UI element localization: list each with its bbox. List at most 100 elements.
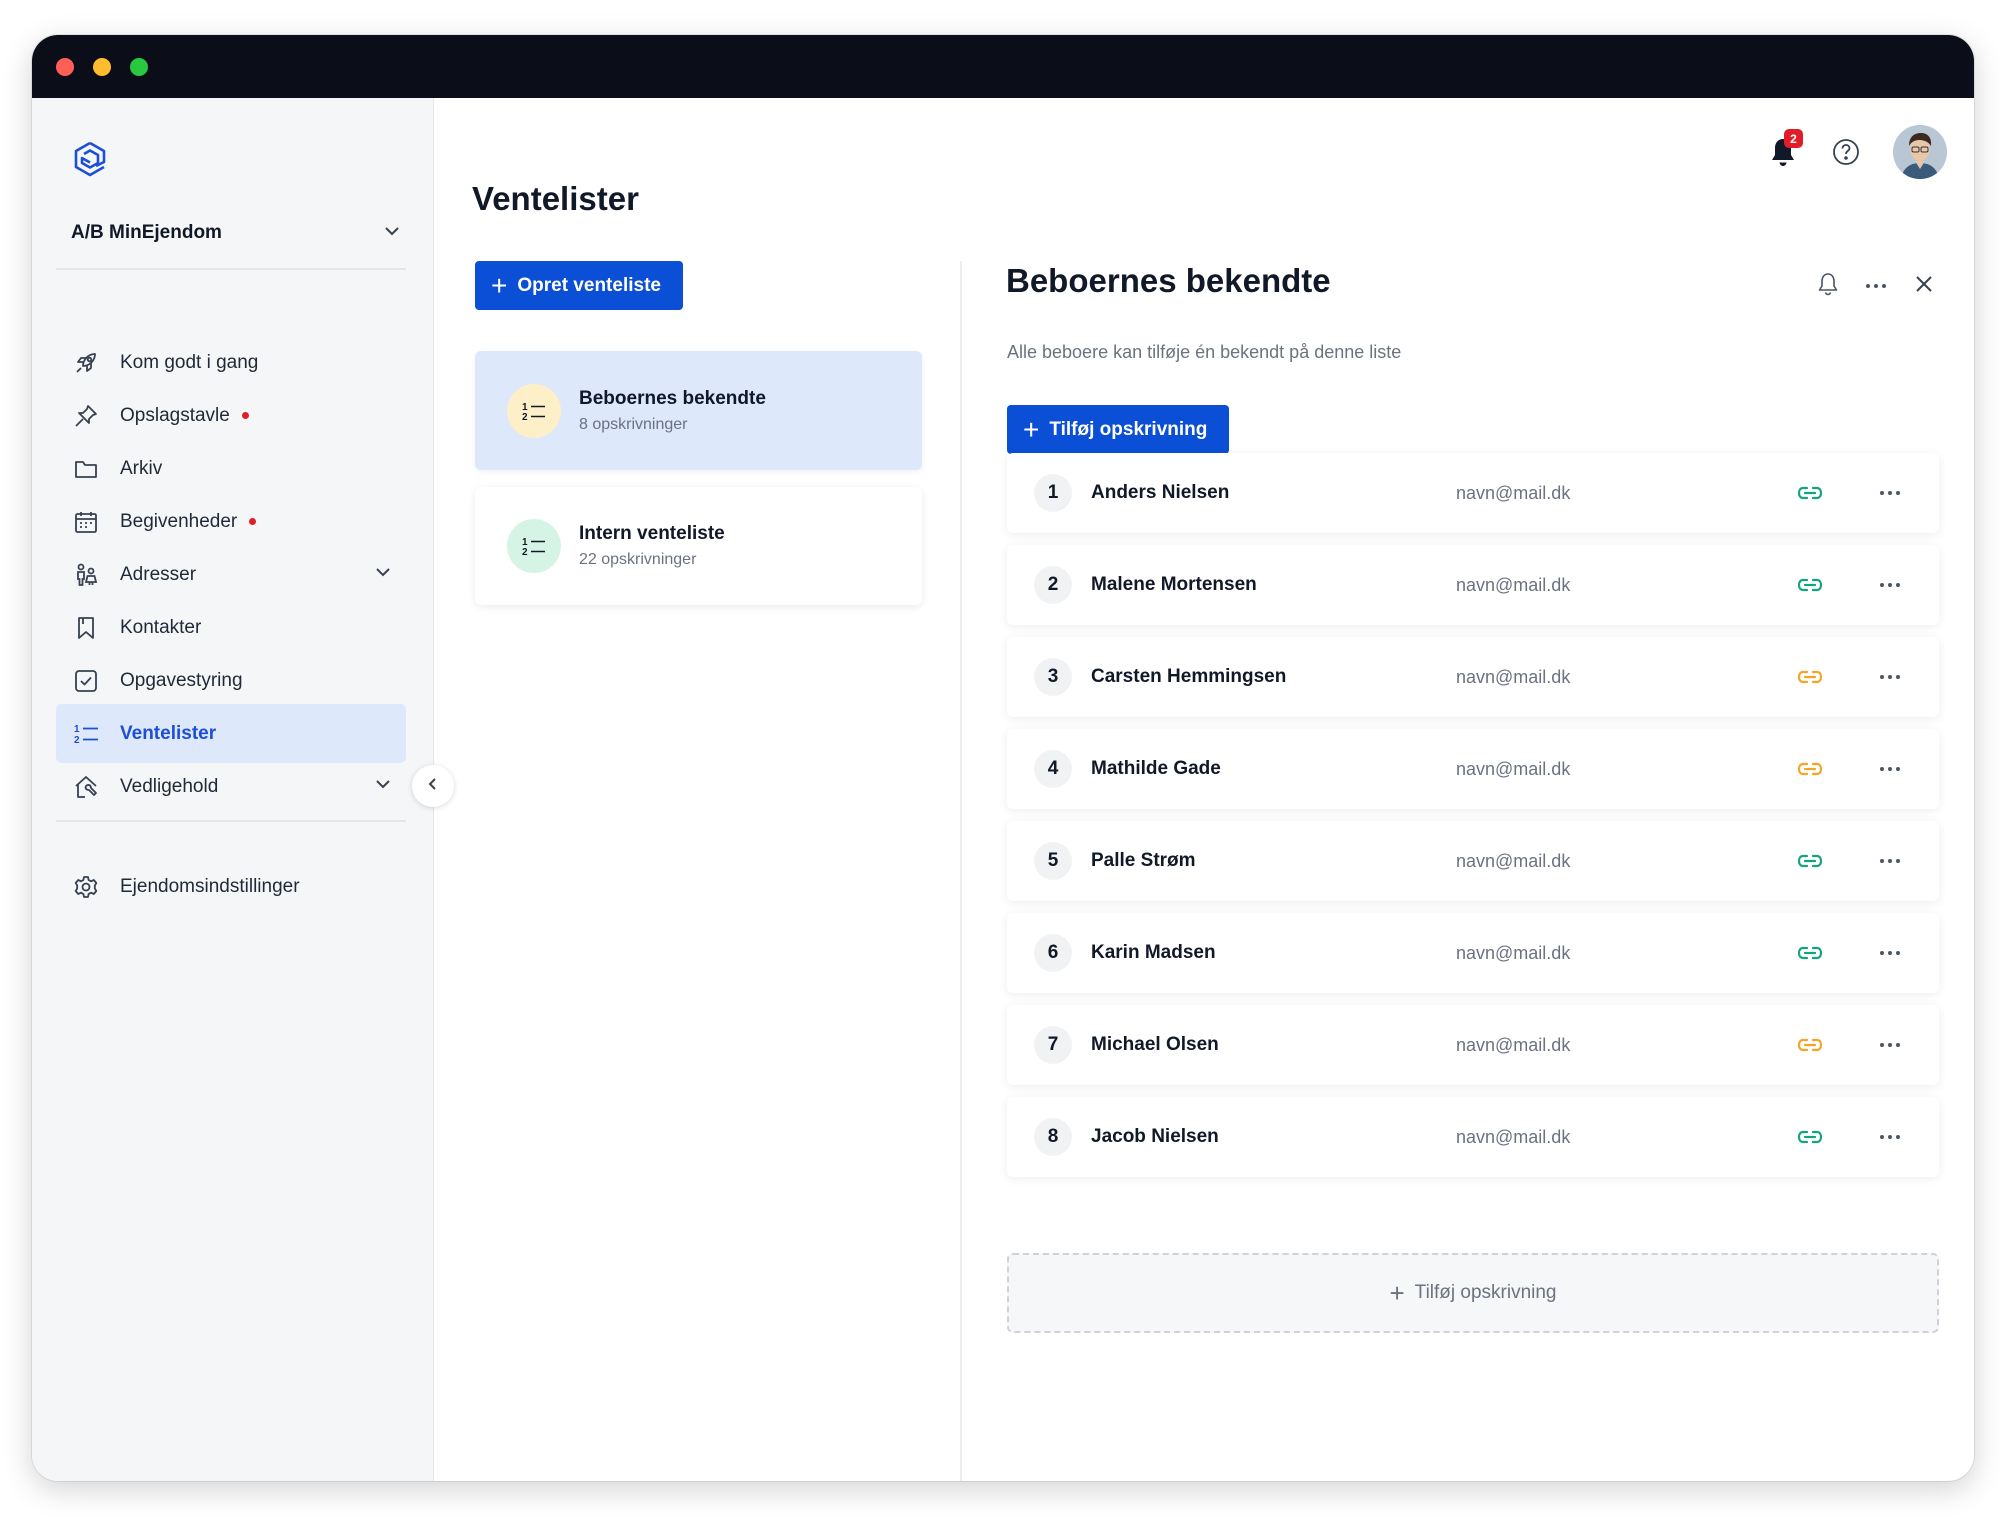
entry-more-button[interactable] — [1874, 1030, 1906, 1060]
help-button[interactable] — [1830, 136, 1864, 170]
entry-name: Karin Madsen — [1091, 942, 1216, 963]
minimize-window-button[interactable] — [93, 58, 111, 76]
add-entry-row[interactable]: + Tilføj opskrivning — [1007, 1253, 1939, 1333]
sidebar-item-begivenheder[interactable]: Begivenheder — [56, 492, 406, 551]
sidebar-item-label: Ejendomsindstillinger — [120, 875, 300, 897]
sidebar-item-arkiv[interactable]: Arkiv — [56, 439, 406, 498]
link-icon[interactable] — [1795, 478, 1825, 508]
entry-name: Palle Strøm — [1091, 850, 1196, 871]
bell-icon — [1767, 139, 1799, 173]
entry-row[interactable]: 3 Carsten Hemmingsen navn@mail.dk — [1007, 637, 1939, 717]
entry-name: Jacob Nielsen — [1091, 1126, 1219, 1147]
entry-more-button[interactable] — [1874, 1122, 1906, 1152]
sidebar-item-label: Begivenheder — [120, 510, 238, 532]
create-waitlist-button[interactable]: + Opret venteliste — [475, 261, 683, 310]
detail-description: Alle beboere kan tilføje én bekendt på d… — [1007, 342, 1402, 362]
user-avatar[interactable] — [1893, 125, 1947, 179]
close-window-button[interactable] — [56, 58, 74, 76]
app-logo-icon[interactable] — [70, 140, 110, 180]
link-icon[interactable] — [1795, 662, 1825, 692]
pin-icon — [72, 402, 100, 430]
more-horizontal-icon — [1880, 675, 1900, 679]
detail-title: Beboernes bekendte — [1006, 262, 1331, 299]
waitlist-count: 8 opskrivninger — [579, 415, 688, 433]
sidebar-item-opgavestyring[interactable]: Opgavestyring — [56, 651, 406, 710]
sidebar: A/B MinEjendom Kom godt i gang Opslagsta… — [32, 98, 434, 1481]
subscribe-button[interactable] — [1812, 270, 1844, 302]
close-icon — [1913, 273, 1935, 300]
maximize-window-button[interactable] — [130, 58, 148, 76]
link-icon[interactable] — [1795, 1030, 1825, 1060]
entry-row[interactable]: 7 Michael Olsen navn@mail.dk — [1007, 1005, 1939, 1085]
sidebar-item-ejendomsindstillinger[interactable]: Ejendomsindstillinger — [56, 857, 406, 916]
checkbox-icon — [72, 667, 100, 695]
entry-email: navn@mail.dk — [1456, 758, 1571, 779]
waitlist-title: Intern venteliste — [579, 523, 725, 544]
entry-position: 2 — [1034, 566, 1072, 604]
entry-position: 8 — [1034, 1118, 1072, 1156]
more-horizontal-icon — [1880, 583, 1900, 587]
link-icon[interactable] — [1795, 1122, 1825, 1152]
entry-more-button[interactable] — [1874, 754, 1906, 784]
entry-row[interactable]: 2 Malene Mortensen navn@mail.dk — [1007, 545, 1939, 625]
entry-email: navn@mail.dk — [1456, 482, 1571, 503]
collapse-sidebar-button[interactable] — [412, 765, 454, 807]
link-icon[interactable] — [1795, 570, 1825, 600]
sidebar-item-vedligehold[interactable]: Vedligehold — [56, 757, 406, 816]
more-horizontal-icon — [1880, 859, 1900, 863]
entry-row[interactable]: 4 Mathilde Gade navn@mail.dk — [1007, 729, 1939, 809]
sidebar-item-kom-godt-i-gang[interactable]: Kom godt i gang — [56, 333, 406, 392]
link-icon[interactable] — [1795, 846, 1825, 876]
add-entry-label: Tilføj opskrivning — [1049, 418, 1208, 440]
entry-position: 4 — [1034, 750, 1072, 788]
link-icon[interactable] — [1795, 938, 1825, 968]
notifications-button[interactable]: 2 — [1767, 129, 1803, 173]
sidebar-item-label: Ventelister — [120, 722, 217, 744]
chevron-down-icon — [383, 222, 401, 245]
create-waitlist-label: Opret venteliste — [517, 274, 661, 296]
waitlist-card-intern-venteliste[interactable]: 1 2 Intern venteliste 22 opskrivninger — [475, 487, 922, 605]
plus-icon: + — [491, 269, 508, 301]
more-horizontal-icon — [1880, 1135, 1900, 1139]
entry-row[interactable]: 8 Jacob Nielsen navn@mail.dk — [1007, 1097, 1939, 1177]
sidebar-item-kontakter[interactable]: Kontakter — [56, 598, 406, 657]
svg-text:1: 1 — [74, 724, 80, 735]
close-panel-button[interactable] — [1908, 270, 1940, 302]
entry-name: Carsten Hemmingsen — [1091, 666, 1287, 687]
entry-row[interactable]: 6 Karin Madsen navn@mail.dk — [1007, 913, 1939, 993]
gear-icon — [72, 873, 100, 901]
entry-more-button[interactable] — [1874, 846, 1906, 876]
svg-text:2: 2 — [522, 547, 528, 558]
detail-more-button[interactable] — [1860, 270, 1892, 302]
entry-position: 5 — [1034, 842, 1072, 880]
entry-more-button[interactable] — [1874, 570, 1906, 600]
link-icon[interactable] — [1795, 754, 1825, 784]
folder-icon — [72, 455, 100, 483]
notification-count-badge: 2 — [1784, 129, 1803, 148]
unread-indicator — [241, 412, 249, 419]
entry-more-button[interactable] — [1874, 478, 1906, 508]
organization-name: A/B MinEjendom — [71, 222, 222, 243]
sidebar-item-opslagstavle[interactable]: Opslagstavle — [56, 386, 406, 445]
more-horizontal-icon — [1880, 767, 1900, 771]
entry-more-button[interactable] — [1874, 662, 1906, 692]
add-entry-button[interactable]: + Tilføj opskrivning — [1007, 405, 1230, 454]
bookmark-icon — [72, 614, 100, 642]
entry-more-button[interactable] — [1874, 938, 1906, 968]
waitlist-card-beboernes-bekendte[interactable]: 1 2 Beboernes bekendte 8 opskrivninger — [475, 351, 922, 470]
entry-email: navn@mail.dk — [1456, 850, 1571, 871]
sidebar-item-ventelister[interactable]: 1 2 Ventelister — [56, 704, 406, 763]
svg-text:2: 2 — [522, 412, 528, 423]
entry-row[interactable]: 5 Palle Strøm navn@mail.dk — [1007, 821, 1939, 901]
entry-row[interactable]: 1 Anders Nielsen navn@mail.dk — [1007, 453, 1939, 533]
entry-name: Mathilde Gade — [1091, 758, 1221, 779]
numbered-list-icon: 1 2 — [507, 519, 561, 573]
sidebar-item-label: Adresser — [120, 563, 197, 585]
entry-email: navn@mail.dk — [1456, 666, 1571, 687]
sidebar-item-adresser[interactable]: Adresser — [56, 545, 406, 604]
entry-email: navn@mail.dk — [1456, 942, 1571, 963]
chevron-down-icon — [374, 775, 392, 798]
entry-position: 6 — [1034, 934, 1072, 972]
entry-email: navn@mail.dk — [1456, 1034, 1571, 1055]
organization-selector[interactable]: A/B MinEjendom — [71, 215, 401, 251]
